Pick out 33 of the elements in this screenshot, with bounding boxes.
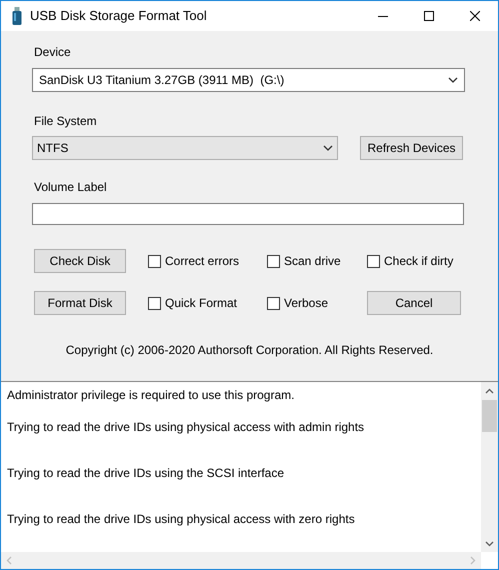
checkbox[interactable]: Scan drive	[267, 252, 367, 270]
log-line: Trying to read the drive IDs using the SCSI interface	[7, 465, 286, 482]
chevron-left-icon	[6, 556, 12, 565]
chevron-right-icon	[470, 556, 476, 565]
cancel-button[interactable]: Cancel	[367, 291, 461, 315]
file-system-label: File System	[34, 113, 98, 130]
check-disk-button[interactable]: Check Disk	[34, 249, 126, 273]
log-line: Administrator privilege is required to use this program.	[7, 387, 296, 404]
chevron-down-icon	[448, 77, 458, 83]
copyright-text: Copyright (c) 2006-2020 Authorsoft Corporation. All Rights Reserved.	[66, 342, 434, 359]
log-line: Trying to read the drive IDs using physical access with zero rights	[7, 511, 356, 528]
refresh-devices-button[interactable]: Refresh Devices	[360, 136, 463, 160]
checkbox[interactable]: Check if dirty	[367, 252, 463, 270]
window-title: USB Disk Storage Format Tool	[30, 7, 207, 26]
horizontal-scrollbar[interactable]	[1, 552, 481, 569]
checkbox[interactable]: Correct errors	[148, 252, 267, 270]
chevron-down-icon	[485, 541, 494, 547]
volume-label-label: Volume Label	[34, 179, 108, 196]
maximize-icon	[424, 11, 434, 21]
checkbox[interactable]: Verbose	[267, 294, 367, 312]
device-label: Device	[34, 44, 72, 61]
volume-label-field[interactable]	[32, 203, 464, 225]
scrollbar-thumb[interactable]	[482, 400, 497, 432]
chevron-down-icon	[323, 145, 333, 151]
file-system-dropdown[interactable]: NTFS	[32, 136, 338, 160]
vertical-scrollbar[interactable]	[481, 382, 498, 552]
checkbox[interactable]: Quick Format	[148, 294, 267, 312]
log-line: Trying to read the drive IDs using physical access with admin rights	[7, 419, 366, 436]
device-dropdown[interactable]: SanDisk U3 Titanium 3.27GB (3911 MB) (G:\)	[32, 68, 465, 92]
format-disk-button[interactable]: Format Disk	[34, 291, 126, 315]
usb-stick-icon	[12, 7, 22, 25]
chevron-up-icon	[485, 388, 494, 394]
close-icon	[470, 11, 480, 21]
